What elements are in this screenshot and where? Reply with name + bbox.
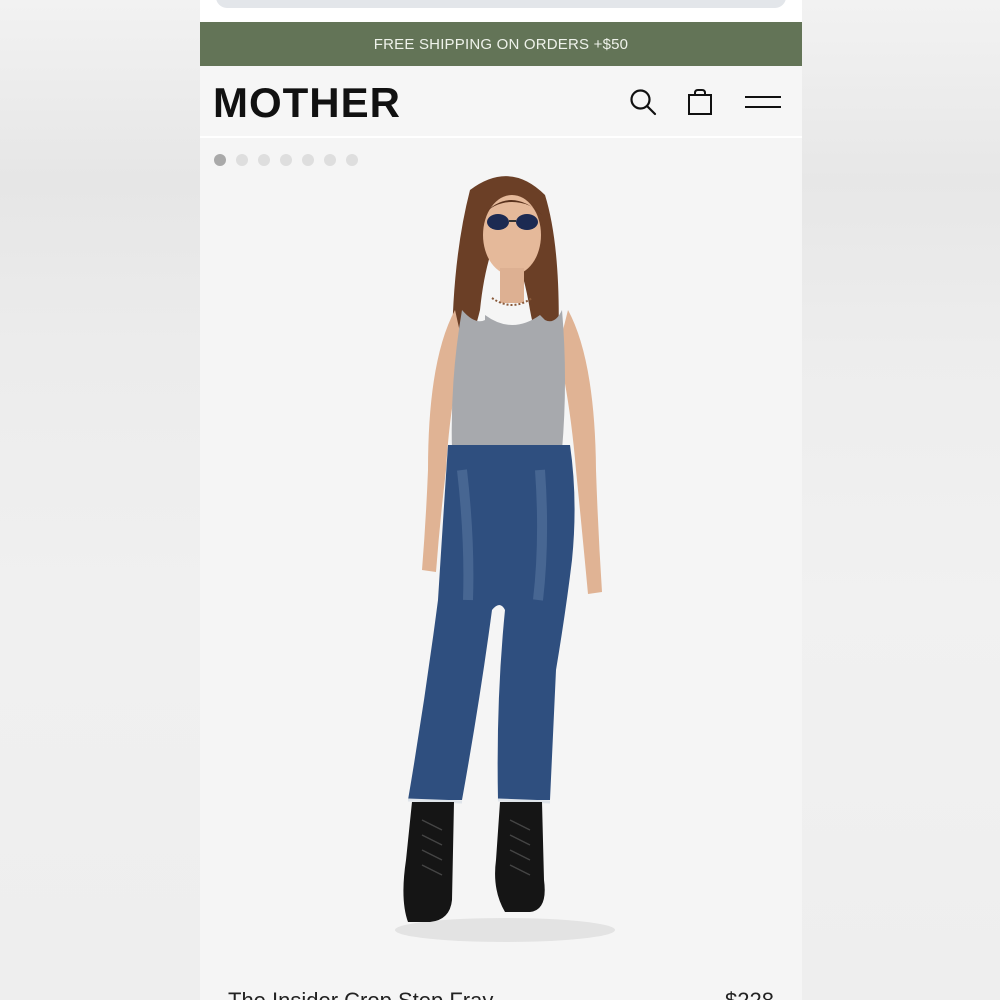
carousel-dot[interactable]	[258, 154, 270, 166]
cart-button[interactable]	[684, 86, 716, 118]
promo-banner[interactable]: FREE SHIPPING ON ORDERS +$50	[200, 22, 802, 66]
product-price: $228	[725, 988, 774, 1000]
promo-text: FREE SHIPPING ON ORDERS +$50	[373, 35, 629, 53]
left-background	[0, 0, 200, 1000]
right-background	[800, 0, 1000, 1000]
url-bar[interactable]	[216, 0, 786, 8]
carousel-dot[interactable]	[302, 154, 314, 166]
product-info: The Insider Crop Step Fray $228	[200, 988, 802, 1000]
brand-logo[interactable]: MOTHER	[213, 79, 401, 127]
site-header: MOTHER	[200, 66, 802, 138]
carousel-dot[interactable]	[236, 154, 248, 166]
product-image[interactable]	[200, 140, 802, 980]
menu-button[interactable]	[743, 86, 783, 118]
search-button[interactable]	[627, 86, 659, 118]
hamburger-menu-icon	[745, 96, 781, 108]
mobile-viewport: FREE SHIPPING ON ORDERS +$50 MOTHER	[200, 0, 802, 1000]
search-icon	[630, 89, 657, 116]
carousel-dot[interactable]	[214, 154, 226, 166]
carousel-dot[interactable]	[324, 154, 336, 166]
product-name[interactable]: The Insider Crop Step Fray	[228, 988, 493, 1000]
shopping-bag-icon	[688, 89, 712, 115]
carousel-dot[interactable]	[346, 154, 358, 166]
carousel-indicators	[214, 154, 358, 166]
browser-top-strip	[200, 0, 802, 22]
carousel-dot[interactable]	[280, 154, 292, 166]
